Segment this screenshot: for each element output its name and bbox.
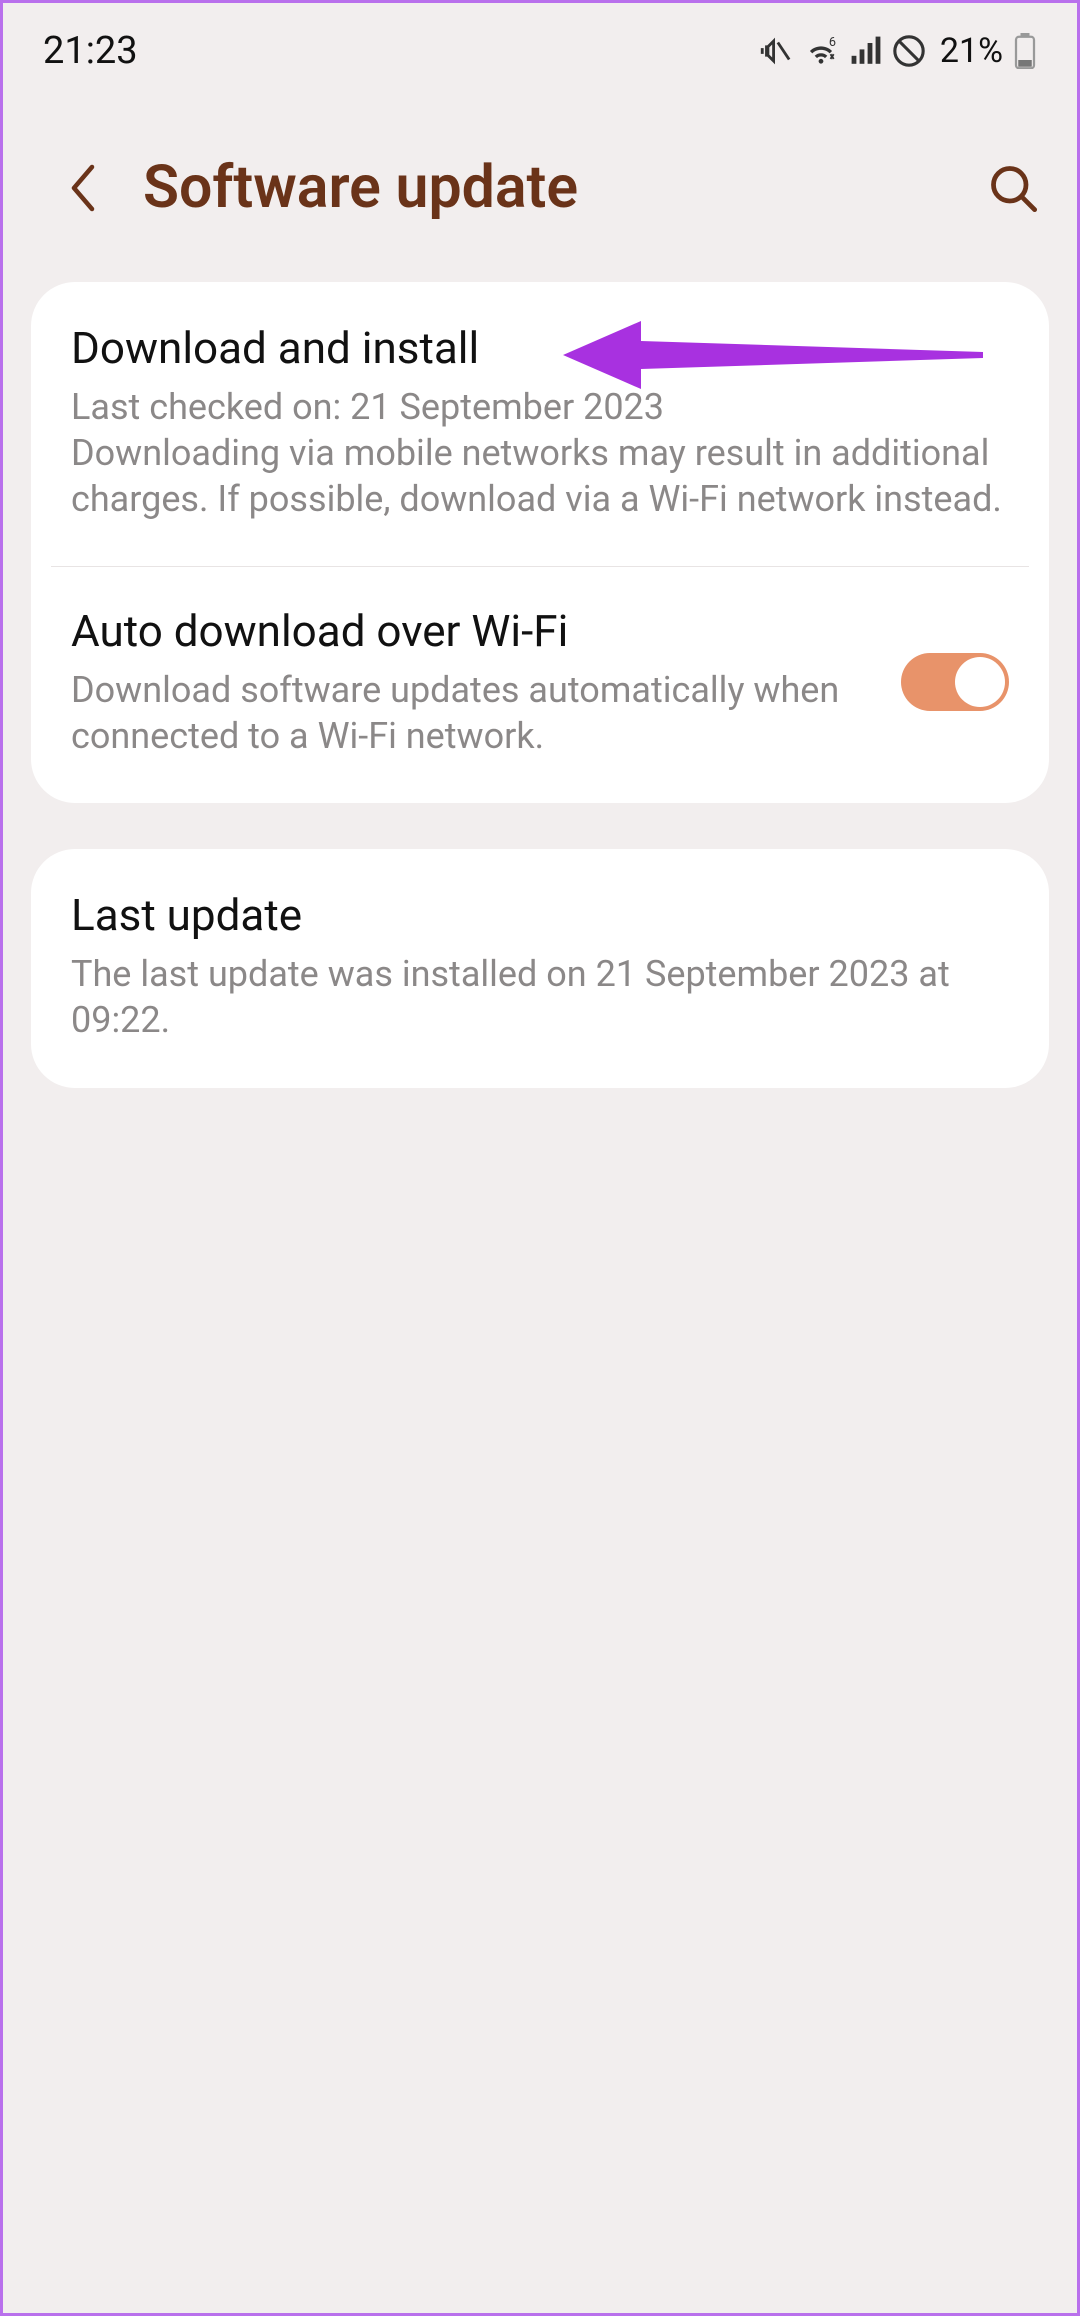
last-update-desc: The last update was installed on 21 Sept… bbox=[71, 951, 1009, 1043]
update-settings-card: Download and install Last checked on: 21… bbox=[31, 282, 1049, 803]
search-icon[interactable] bbox=[987, 162, 1039, 214]
page-title: Software update bbox=[143, 153, 947, 222]
toggle-knob bbox=[955, 657, 1005, 707]
last-update-card: Last update The last update was installe… bbox=[31, 849, 1049, 1087]
battery-icon bbox=[1013, 33, 1037, 69]
cell-signal-icon bbox=[850, 36, 882, 66]
download-install-item[interactable]: Download and install Last checked on: 21… bbox=[31, 282, 1049, 566]
svg-text:6: 6 bbox=[829, 35, 836, 50]
auto-download-desc: Download software updates automatically … bbox=[71, 667, 871, 759]
page-header: Software update bbox=[3, 93, 1077, 282]
auto-download-item[interactable]: Auto download over Wi-Fi Download softwa… bbox=[31, 567, 1049, 803]
battery-percent: 21% bbox=[940, 31, 1003, 71]
download-install-desc: Last checked on: 21 September 2023 Downl… bbox=[71, 384, 1009, 522]
download-install-title: Download and install bbox=[71, 322, 1009, 374]
status-icons: 6 21% bbox=[758, 31, 1037, 71]
auto-download-title: Auto download over Wi-Fi bbox=[71, 605, 871, 657]
wifi-icon: 6 bbox=[802, 34, 840, 68]
last-update-title: Last update bbox=[71, 889, 1009, 941]
status-bar: 21:23 6 bbox=[3, 3, 1077, 93]
last-update-item[interactable]: Last update The last update was installe… bbox=[31, 849, 1049, 1087]
auto-download-toggle[interactable] bbox=[901, 653, 1009, 711]
status-time: 21:23 bbox=[43, 29, 138, 73]
back-icon[interactable] bbox=[63, 164, 103, 212]
do-not-disturb-icon bbox=[892, 34, 926, 68]
content-area: Download and install Last checked on: 21… bbox=[3, 282, 1077, 1088]
vibrate-mute-icon bbox=[758, 34, 792, 68]
